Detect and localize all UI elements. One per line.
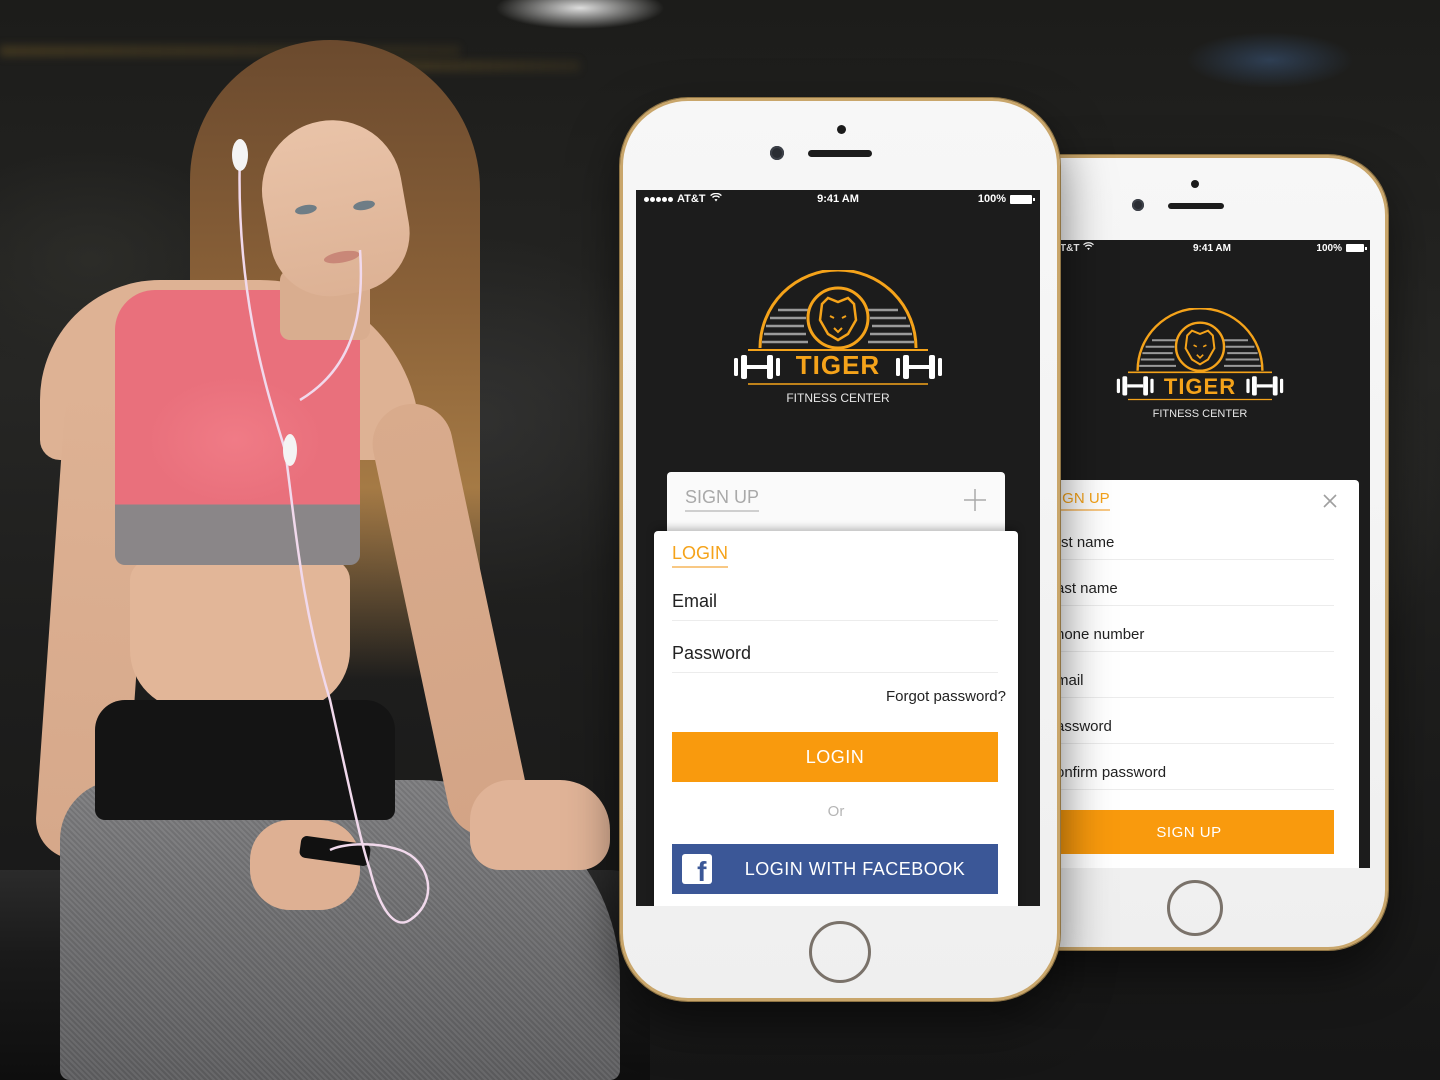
signup-screen: T&T 9:41 AM 100% TIGER FITNESS CENTER IG…	[1054, 240, 1370, 868]
brand-tagline: FITNESS CENTER	[786, 391, 890, 405]
tiger-logo: TIGER FITNESS CENTER	[728, 270, 948, 410]
confirm-password-field[interactable]: onfirm password	[1056, 754, 1334, 790]
woman-with-earphones-photo	[0, 0, 640, 1080]
login-card: LOGIN Email Password Forgot password? LO…	[654, 531, 1018, 906]
password-field[interactable]: Password	[672, 631, 998, 673]
earpiece-speaker	[1168, 203, 1224, 209]
battery-icon	[1010, 194, 1035, 204]
front-camera	[770, 146, 784, 160]
brand-name: TIGER	[1163, 374, 1237, 399]
email-placeholder: mail	[1056, 672, 1084, 689]
wifi-icon	[1083, 242, 1095, 254]
signup-tab-label: SIGN UP	[685, 487, 760, 512]
carrier-label: T&T	[1060, 242, 1080, 254]
signup-button-label: SIGN UP	[1156, 823, 1222, 841]
signal-dots-icon	[644, 196, 673, 202]
close-icon[interactable]	[1321, 492, 1339, 510]
battery-percent: 100%	[1316, 242, 1342, 254]
home-button	[809, 921, 871, 983]
brand-tagline: FITNESS CENTER	[1152, 408, 1248, 420]
signup-card: IGN UP rst name ast name hone number mai…	[1054, 480, 1359, 868]
battery-icon	[1346, 244, 1367, 252]
password-placeholder: Password	[672, 643, 752, 663]
status-bar: T&T 9:41 AM 100%	[1054, 240, 1370, 256]
proximity-sensor	[837, 125, 846, 134]
or-divider: Or	[827, 803, 845, 820]
brand-name: TIGER	[795, 350, 881, 380]
phone-number-field[interactable]: hone number	[1056, 616, 1334, 652]
carrier-label: AT&T	[677, 193, 706, 205]
email-placeholder: Email	[672, 591, 718, 611]
plus-icon[interactable]	[963, 488, 987, 512]
facebook-login-button[interactable]: f LOGIN WITH FACEBOOK	[672, 844, 998, 894]
earphone-wire	[232, 139, 430, 924]
password-placeholder: assword	[1056, 718, 1112, 735]
login-button[interactable]: LOGIN	[672, 732, 998, 782]
tiger-logo: TIGER FITNESS CENTER	[1112, 308, 1288, 428]
forgot-password-link[interactable]: Forgot password?	[886, 688, 1006, 705]
login-button-label: LOGIN	[805, 746, 865, 767]
login-title: LOGIN	[672, 543, 729, 568]
proximity-sensor	[1191, 180, 1199, 188]
email-field[interactable]: Email	[672, 579, 998, 621]
password-field[interactable]: assword	[1056, 708, 1334, 744]
battery-percent: 100%	[977, 193, 1006, 205]
facebook-icon: f	[682, 854, 712, 884]
earpiece-speaker	[808, 150, 872, 157]
phone-number-placeholder: hone number	[1056, 626, 1145, 643]
confirm-password-placeholder: onfirm password	[1056, 764, 1167, 781]
signup-title: IGN UP	[1058, 490, 1110, 511]
login-screen: AT&T 9:41 AM 100% TIGER FITNESS CENTER S…	[636, 190, 1040, 906]
first-name-field[interactable]: rst name	[1056, 524, 1334, 560]
email-field[interactable]: mail	[1056, 662, 1334, 698]
last-name-placeholder: ast name	[1056, 580, 1118, 597]
first-name-placeholder: rst name	[1056, 534, 1115, 551]
signup-button[interactable]: SIGN UP	[1054, 810, 1334, 854]
wifi-icon	[709, 192, 722, 205]
status-bar: AT&T 9:41 AM 100%	[636, 190, 1040, 208]
home-button	[1167, 880, 1223, 936]
last-name-field[interactable]: ast name	[1056, 570, 1334, 606]
facebook-button-label: LOGIN WITH FACEBOOK	[744, 858, 966, 879]
phone-login-mockup: AT&T 9:41 AM 100% TIGER FITNESS CENTER S…	[620, 98, 1060, 1001]
front-camera	[1132, 199, 1144, 211]
